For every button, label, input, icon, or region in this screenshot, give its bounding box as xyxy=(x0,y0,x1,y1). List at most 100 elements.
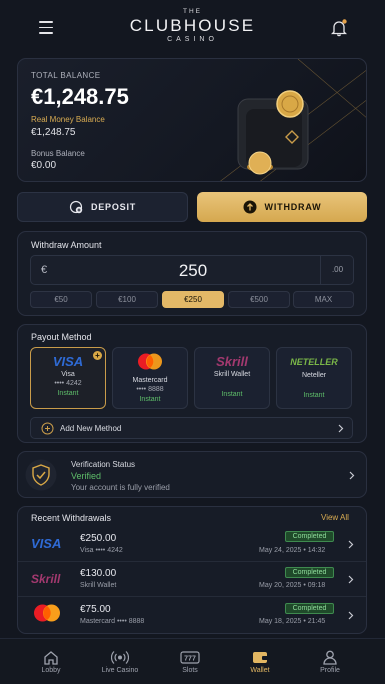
payout-method-neteller[interactable]: NETELLER Neteller Instant xyxy=(276,347,352,409)
status-badge: Completed xyxy=(285,603,334,614)
add-new-method-button[interactable]: Add New Method xyxy=(30,417,353,439)
amount-decimals: .00 xyxy=(320,256,354,284)
chevron-right-icon xyxy=(348,611,354,620)
payout-method-digits: •••• 8888 xyxy=(136,386,164,393)
mastercard-logo xyxy=(34,604,60,622)
withdrawal-amount: €250.00 xyxy=(80,533,117,544)
chevron-right-icon xyxy=(338,424,344,433)
shield-check-icon xyxy=(25,459,57,491)
real-money-label: Real Money Balance xyxy=(31,115,105,124)
view-all-link[interactable]: View All xyxy=(321,513,349,522)
slot-machine-icon: 777 xyxy=(180,651,200,664)
chevron-right-icon xyxy=(349,471,355,480)
bottom-navigation: Lobby Live Casino 777 Slots Wallet Profi… xyxy=(0,638,385,684)
nav-item-profile[interactable]: Profile xyxy=(295,639,365,674)
quick-amount-chip-selected[interactable]: €250 xyxy=(162,291,224,308)
chevron-right-icon xyxy=(348,575,354,584)
nav-label: Live Casino xyxy=(101,667,139,674)
payout-method-name: Neteller xyxy=(301,372,327,379)
app-header: THE CLUBHOUSE CASINO xyxy=(0,0,385,56)
logo-top-text: THE xyxy=(183,8,202,15)
verification-status-card[interactable]: Verification Status Verified Your accoun… xyxy=(17,451,367,498)
nav-item-live-casino[interactable]: Live Casino xyxy=(85,639,155,674)
quick-amount-max-chip[interactable]: MAX xyxy=(293,291,354,308)
logo-main-text: CLUBHOUSE xyxy=(129,16,256,35)
nav-item-slots[interactable]: 777 Slots xyxy=(155,639,225,674)
payout-method-visa[interactable]: + VISA Visa •••• 4242 Instant xyxy=(30,347,106,409)
user-icon xyxy=(323,650,337,665)
logo-sub-text: CASINO xyxy=(167,36,218,43)
nav-label: Profile xyxy=(320,667,340,674)
visa-logo: VISA xyxy=(31,536,62,551)
balance-card: TOTAL BALANCE €1,248.75 Real Money Balan… xyxy=(17,58,367,182)
add-new-method-label: Add New Method xyxy=(60,424,122,433)
quick-amount-chip[interactable]: €100 xyxy=(96,291,158,308)
bonus-balance-value: €0.00 xyxy=(31,160,57,171)
skrill-logo: Skrill xyxy=(31,572,61,586)
neteller-logo: NETELLER xyxy=(290,357,338,367)
nav-label: Wallet xyxy=(250,667,270,674)
withdrawal-date: May 24, 2025 • 14:32 xyxy=(259,547,326,554)
withdrawal-method: Skrill Wallet xyxy=(80,582,117,589)
menu-icon[interactable] xyxy=(39,21,53,34)
withdraw-button[interactable]: WITHDRAW xyxy=(197,192,367,222)
bonus-balance-label: Bonus Balance xyxy=(31,149,85,158)
status-badge: Completed xyxy=(285,531,334,542)
chevron-right-icon xyxy=(348,540,354,549)
withdrawal-method: Mastercard xyxy=(80,618,116,625)
arrow-up-icon xyxy=(243,200,257,214)
nav-label: Lobby xyxy=(41,667,61,674)
withdrawal-amount: €130.00 xyxy=(80,568,117,579)
withdraw-label: WITHDRAW xyxy=(264,202,322,212)
payout-method-digits: •••• 4242 xyxy=(54,380,82,387)
withdrawal-method: Visa xyxy=(80,547,94,554)
verification-status-value: Verified xyxy=(71,471,102,481)
total-balance-value: €1,248.75 xyxy=(31,84,129,109)
recent-withdrawals-panel: Recent Withdrawals View All VISA €250.00… xyxy=(17,506,367,634)
payout-method-status: Instant xyxy=(221,391,243,398)
withdrawal-row[interactable]: €75.00 Mastercard •••• 8888 Completed Ma… xyxy=(18,597,368,632)
selected-check-icon: + xyxy=(93,351,102,360)
payout-method-status: Instant xyxy=(139,396,161,403)
wallet-icon xyxy=(253,652,268,663)
deposit-label: DEPOSIT xyxy=(90,202,137,212)
mastercard-logo xyxy=(138,353,162,370)
deposit-button[interactable]: DEPOSIT xyxy=(17,192,188,222)
real-money-value: €1,248.75 xyxy=(31,127,76,138)
withdrawal-date: May 20, 2025 • 09:18 xyxy=(259,582,326,589)
payout-method-name: Visa xyxy=(61,371,75,378)
withdrawal-amount: €75.00 xyxy=(80,604,111,615)
nav-item-lobby[interactable]: Lobby xyxy=(16,639,86,674)
amount-value: 250 xyxy=(178,261,208,280)
withdrawal-row[interactable]: Skrill €130.00 Skrill Wallet Completed M… xyxy=(18,561,368,596)
withdrawal-digits: •••• 8888 xyxy=(116,618,145,625)
recent-withdrawals-title: Recent Withdrawals xyxy=(31,513,112,523)
withdrawal-digits: •••• 4242 xyxy=(95,547,123,554)
payout-method-mastercard[interactable]: Mastercard •••• 8888 Instant xyxy=(112,347,188,409)
payout-method-status: Instant xyxy=(303,392,325,399)
payout-method-name: Skrill Wallet xyxy=(213,371,251,378)
total-balance-label: TOTAL BALANCE xyxy=(31,71,101,80)
withdrawal-date: May 18, 2025 • 21:45 xyxy=(259,618,326,625)
payout-method-title: Payout Method xyxy=(31,332,92,342)
wallet-illustration xyxy=(220,59,366,181)
svg-text:777: 777 xyxy=(184,656,196,663)
live-broadcast-icon xyxy=(110,651,130,664)
nav-item-wallet[interactable]: Wallet xyxy=(225,639,295,674)
payout-method-name: Mastercard xyxy=(132,377,168,384)
home-icon xyxy=(44,651,58,665)
nav-label: Slots xyxy=(182,667,198,674)
amount-input[interactable]: € 250 .00 xyxy=(30,255,354,285)
status-badge: Completed xyxy=(285,567,334,578)
withdrawal-row[interactable]: VISA €250.00 Visa •••• 4242 Completed Ma… xyxy=(18,525,368,560)
quick-amount-chip[interactable]: €500 xyxy=(228,291,290,308)
payout-method-skrill[interactable]: Skrill Skrill Wallet Instant xyxy=(194,347,270,409)
deposit-icon xyxy=(69,200,83,214)
skrill-logo: Skrill xyxy=(216,354,248,369)
notification-bell-icon[interactable] xyxy=(330,19,348,37)
add-circle-icon xyxy=(41,422,54,435)
verification-subtitle: Your account is fully verified xyxy=(71,483,170,492)
quick-amount-chip[interactable]: €50 xyxy=(30,291,92,308)
withdraw-amount-title: Withdraw Amount xyxy=(31,240,102,250)
clubhouse-logo[interactable]: THE CLUBHOUSE CASINO xyxy=(110,8,275,48)
